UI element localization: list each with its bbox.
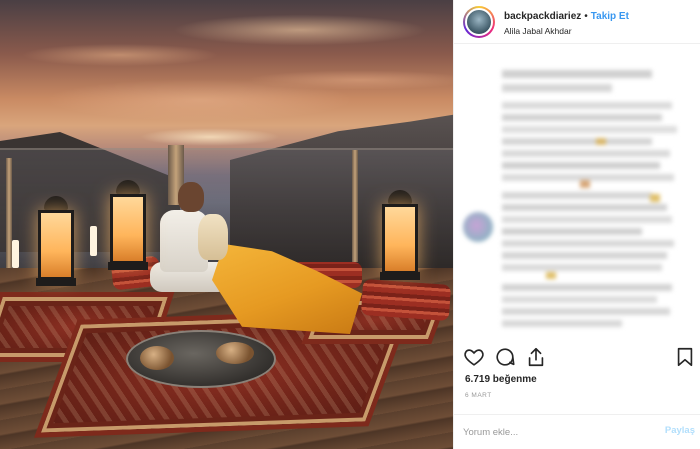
location-link[interactable]: Alila Jabal Akhdar (504, 26, 572, 36)
sunset-clouds (0, 0, 453, 130)
post-sidebar: backpackdiariez • Takip Et Alila Jabal Akh… (453, 0, 700, 449)
bookmark-icon[interactable] (674, 346, 696, 368)
teapot (140, 346, 174, 370)
heart-icon[interactable] (463, 346, 485, 368)
share-icon[interactable] (525, 346, 547, 368)
post-photo[interactable] (0, 0, 453, 449)
blurred-avatar (463, 212, 493, 242)
blurred-caption (454, 44, 700, 339)
lantern (380, 190, 420, 282)
candle (90, 226, 97, 256)
avatar[interactable] (463, 6, 495, 38)
username-line: backpackdiariez • Takip Et (504, 11, 629, 22)
post-header: backpackdiariez • Takip Et Alila Jabal Akh… (454, 0, 700, 44)
separator-dot: • (584, 11, 588, 22)
comment-bar: Paylaş (454, 414, 700, 449)
railing-post (352, 150, 358, 262)
lantern (108, 180, 148, 272)
comment-input[interactable] (463, 423, 643, 441)
lantern (36, 196, 76, 288)
cushion (360, 278, 452, 322)
dish (216, 342, 254, 364)
horizon-glow (140, 128, 280, 146)
likes-count[interactable]: 6.719 beğenme (465, 374, 537, 385)
action-bar (454, 343, 700, 371)
follow-button[interactable]: Takip Et (591, 11, 629, 22)
man-head (178, 182, 204, 212)
post-comment-button[interactable]: Paylaş (665, 425, 695, 436)
woman-hair (198, 214, 228, 260)
candle (12, 240, 19, 268)
comment-icon[interactable] (494, 346, 516, 368)
post-date: 6 MART (465, 392, 492, 399)
username-link[interactable]: backpackdiariez (504, 11, 581, 22)
